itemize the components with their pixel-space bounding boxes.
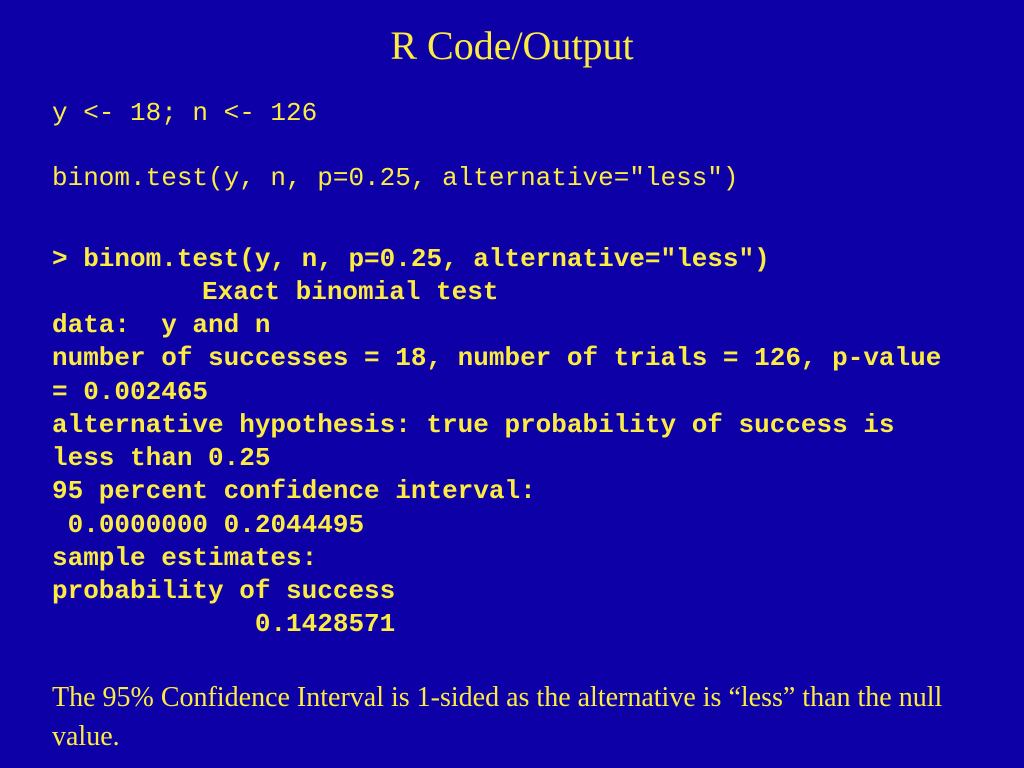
code-block: y <- 18; n <- 126 binom.test(y, n, p=0.2… (52, 97, 972, 195)
output-line: data: y and n (52, 309, 972, 342)
slide-title: R Code/Output (52, 22, 972, 69)
code-line: y <- 18; n <- 126 (52, 97, 972, 130)
output-line: 0.0000000 0.2044495 (52, 509, 972, 542)
output-line: probability of success (52, 575, 972, 608)
output-line: alternative hypothesis: true probability… (52, 409, 972, 476)
code-blank-line (52, 130, 972, 163)
output-line: Exact binomial test (52, 276, 972, 309)
code-line: binom.test(y, n, p=0.25, alternative="le… (52, 162, 972, 195)
output-line: > binom.test(y, n, p=0.25, alternative="… (52, 243, 972, 276)
slide-container: R Code/Output y <- 18; n <- 126 binom.te… (0, 0, 1024, 768)
output-line: 95 percent confidence interval: (52, 475, 972, 508)
output-line: sample estimates: (52, 542, 972, 575)
output-line: number of successes = 18, number of tria… (52, 342, 972, 409)
output-block: > binom.test(y, n, p=0.25, alternative="… (52, 243, 972, 642)
output-line: 0.1428571 (52, 608, 972, 641)
conclusion-text: The 95% Confidence Interval is 1-sided a… (52, 678, 972, 756)
